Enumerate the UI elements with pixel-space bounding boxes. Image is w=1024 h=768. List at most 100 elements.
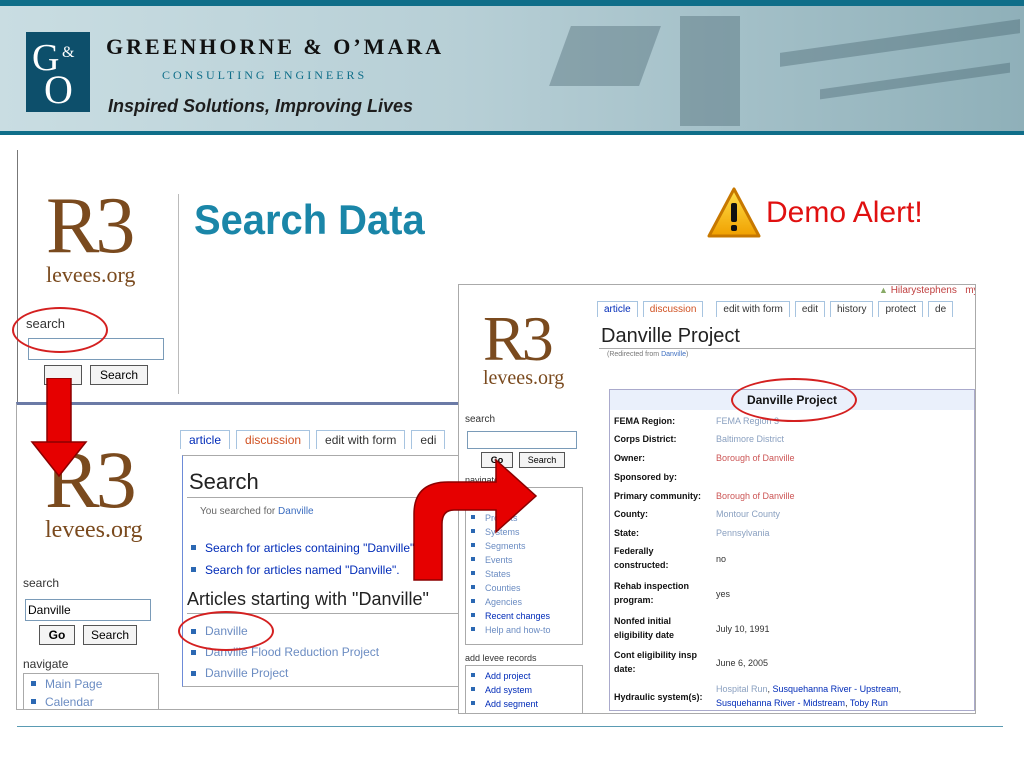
nav-item-help[interactable]: Help and how-to bbox=[469, 623, 551, 637]
row-value-link[interactable]: Montour County bbox=[716, 507, 972, 521]
search-input[interactable] bbox=[467, 431, 577, 449]
header-photo-rail bbox=[820, 62, 1010, 100]
hydraulic-link-hospital-run[interactable]: Hospital Run bbox=[716, 684, 768, 694]
project-infobox: Danville Project FEMA Region: FEMA Region… bbox=[609, 389, 975, 711]
slide-title: Search Data bbox=[194, 196, 425, 243]
tab-delete[interactable]: de bbox=[928, 301, 954, 317]
company-subtitle: CONSULTING ENGINEERS bbox=[162, 68, 368, 82]
row-key: Hydraulic system(s): bbox=[614, 692, 703, 702]
company-tagline: Inspired Solutions, Improving Lives bbox=[108, 96, 414, 116]
row-value: yes bbox=[716, 589, 731, 599]
tab-edit-with-form[interactable]: edit with form bbox=[316, 430, 406, 449]
demo-alert-text: Demo Alert! bbox=[766, 196, 923, 229]
row-value: Hospital Run, Susquehanna River - Upstre… bbox=[716, 682, 972, 710]
tab-edit[interactable]: edi bbox=[411, 430, 446, 449]
tab-article[interactable]: article bbox=[597, 301, 638, 317]
page-tabs: article discussion edit with form edit h… bbox=[597, 301, 954, 317]
row-value-link[interactable]: Borough of Danville bbox=[716, 489, 972, 503]
add-project-link[interactable]: Add project bbox=[469, 669, 538, 683]
nav-item-main-page[interactable]: Main Page bbox=[29, 675, 102, 693]
r3-levees-logo[interactable]: R3 levees.org bbox=[483, 307, 564, 390]
company-name: GREENHORNE & O’MARA bbox=[106, 34, 445, 59]
tab-discussion[interactable]: discussion bbox=[642, 301, 704, 317]
r3-logo-mark: R3 bbox=[46, 182, 135, 270]
tab-history[interactable]: history bbox=[829, 301, 874, 317]
screenshot-r3-home: R3 levees.org bbox=[18, 150, 518, 400]
search-heading: Search bbox=[189, 469, 259, 494]
search-button[interactable]: Search bbox=[83, 625, 137, 645]
search-containing-link[interactable]: Search for articles containing "Danville… bbox=[189, 537, 414, 559]
page-title: Danville Project bbox=[601, 325, 740, 347]
row-key: Rehab inspection program: bbox=[614, 581, 690, 605]
redirect-prefix: (Redirected from bbox=[607, 351, 662, 358]
article-link-danville-project[interactable]: Danville Project bbox=[189, 663, 379, 684]
tab-edit-with-form[interactable]: edit with form bbox=[716, 301, 790, 317]
search-input[interactable]: Danville bbox=[25, 599, 151, 621]
highlight-oval-search bbox=[12, 307, 108, 353]
header-photo-bridge bbox=[780, 19, 1020, 67]
nav-item-calendar[interactable]: Calendar bbox=[29, 693, 102, 709]
hydraulic-link-midstream[interactable]: Susquehanna River - Midstream bbox=[716, 698, 845, 708]
searched-prefix: You searched for bbox=[200, 506, 279, 517]
logo-ampersand: & bbox=[62, 44, 75, 61]
hydraulic-link-toby-run[interactable]: Toby Run bbox=[850, 698, 888, 708]
slide-header: G & O GREENHORNE & O’MARA CONSULTING ENG… bbox=[0, 0, 1024, 135]
row-key: Corps District: bbox=[614, 434, 677, 444]
page-tabs: article discussion edit with form edi bbox=[180, 430, 446, 449]
tab-article[interactable]: article bbox=[180, 430, 231, 449]
articles-subheading: Articles starting with "Danville" bbox=[187, 589, 429, 609]
searched-term-link[interactable]: Danville bbox=[278, 506, 314, 517]
r3-logo-text: levees.org bbox=[483, 367, 565, 389]
row-value: June 6, 2005 bbox=[716, 658, 769, 668]
add-segment-link[interactable]: Add segment bbox=[469, 697, 538, 711]
row-key: Cont eligibility insp date: bbox=[614, 650, 697, 674]
row-key: State: bbox=[614, 528, 640, 538]
header-photo-figure bbox=[680, 16, 740, 126]
nav-item-recent-changes[interactable]: Recent changes bbox=[469, 609, 551, 623]
user-link[interactable]: Hilarystephens bbox=[891, 285, 957, 296]
r3-logo-mark: R3 bbox=[483, 303, 554, 374]
row-key: Federally constructed: bbox=[614, 546, 669, 570]
row-value: no bbox=[716, 554, 727, 564]
go-button[interactable]: Go bbox=[39, 625, 75, 645]
row-value-link[interactable]: Borough of Danville bbox=[716, 451, 972, 465]
highlight-oval-project bbox=[731, 378, 857, 422]
nav-item-agencies[interactable]: Agencies bbox=[469, 595, 551, 609]
bottom-rule bbox=[17, 726, 1003, 727]
hydraulic-link-upstream[interactable]: Susquehanna River - Upstream bbox=[773, 684, 899, 694]
redirect-suffix: ) bbox=[685, 351, 689, 358]
search-button[interactable]: Search bbox=[90, 365, 148, 385]
row-key: FEMA Region: bbox=[614, 416, 676, 426]
content-divider bbox=[178, 194, 179, 394]
r3-logo-text: levees.org bbox=[45, 517, 143, 543]
warning-icon bbox=[707, 187, 761, 238]
search-named-link[interactable]: Search for articles named "Danville". bbox=[189, 559, 414, 581]
search-label: search bbox=[465, 414, 496, 425]
down-arrow-icon bbox=[30, 378, 88, 478]
logo-letter-o: O bbox=[44, 67, 73, 112]
row-key: Primary community: bbox=[614, 491, 702, 501]
curved-arrow-icon bbox=[413, 458, 538, 581]
add-system-link[interactable]: Add system bbox=[469, 683, 538, 697]
search-options-list: Search for articles containing "Danville… bbox=[189, 537, 414, 581]
row-key: Owner: bbox=[614, 453, 646, 463]
demo-alert: Demo Alert! bbox=[706, 186, 923, 240]
row-key: Sponsored by: bbox=[614, 472, 678, 482]
r3-levees-logo[interactable]: R3 levees.org bbox=[46, 186, 135, 288]
header-photo-shape bbox=[549, 26, 661, 86]
tab-discussion[interactable]: discussion bbox=[236, 430, 311, 449]
row-value-link[interactable]: Baltimore District bbox=[716, 432, 972, 446]
tab-protect[interactable]: protect bbox=[878, 301, 924, 317]
searched-for-text: You searched for Danville bbox=[200, 506, 314, 517]
search-label: search bbox=[23, 576, 60, 590]
row-key: Nonfed initial eligibility date bbox=[614, 616, 675, 640]
user-links: ▲ Hilarystephens my ta bbox=[879, 285, 975, 296]
navigate-list: Main Page Calendar bbox=[29, 675, 102, 709]
my-talk-link[interactable]: my ta bbox=[965, 285, 975, 296]
heading-rule bbox=[599, 348, 975, 349]
r3-logo-text: levees.org bbox=[46, 262, 136, 287]
row-value: July 10, 1991 bbox=[716, 624, 770, 634]
row-value-link[interactable]: Pennsylvania bbox=[716, 526, 972, 540]
tab-edit[interactable]: edit bbox=[794, 301, 825, 317]
redirect-link[interactable]: Danville bbox=[661, 351, 686, 358]
